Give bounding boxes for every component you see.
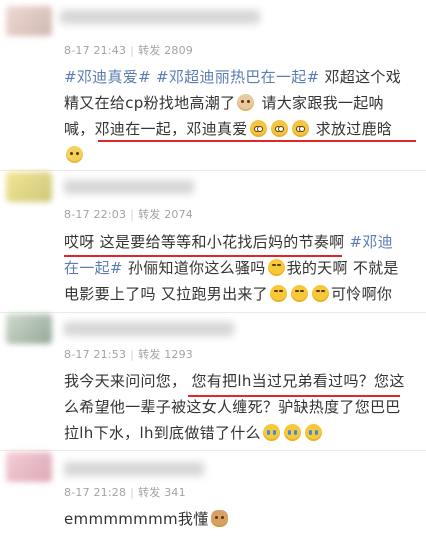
comment-line: #邓迪真爱# #邓超迪丽热巴在一起# 邓超这个戏 — [64, 64, 420, 90]
forward-count: 1293 — [164, 348, 193, 361]
avatar[interactable] — [6, 452, 52, 482]
forward-label[interactable]: 转发 — [138, 44, 160, 57]
comment-text-run: 我的天啊 不就是 — [286, 259, 399, 277]
comment-text-run: emmmmmmm我懂 — [64, 510, 209, 528]
username-blurred[interactable] — [64, 180, 194, 194]
shock-emoji-icon — [270, 120, 288, 137]
timestamp: 8-17 21:28 — [64, 486, 127, 499]
comment-text: 哎呀 这是要给等等和小花找后妈的节奏啊 #邓迪在一起# 孙俪知道你这么骚吗 我的天… — [64, 229, 420, 307]
username-blurred[interactable] — [60, 10, 260, 24]
comment-meta: 8-17 22:03 | 转发 2074 — [64, 206, 193, 222]
comment-text-run: 我今天来问问您， 您有把lh当过兄弟看过吗？您这 — [64, 372, 405, 390]
username-blurred[interactable] — [64, 322, 234, 336]
forward-count: 341 — [164, 486, 186, 499]
highlight-underline — [188, 395, 400, 397]
comment-text-run: 电影要上了吗 又拉跑男出来了 — [64, 285, 268, 303]
forward-label[interactable]: 转发 — [138, 486, 160, 499]
highlight-underline — [64, 255, 342, 257]
timestamp: 8-17 21:53 — [64, 348, 127, 361]
hashtag-link[interactable]: #邓超迪丽热巴在一起# — [151, 68, 320, 86]
comment-meta: 8-17 21:53 | 转发 1293 — [64, 346, 193, 362]
username-blurred[interactable] — [64, 462, 204, 476]
comment-line: 喊，邓迪在一起，邓迪真爱 求放过鹿晗 — [64, 116, 420, 142]
meta-separator: | — [130, 208, 135, 221]
comment-line: 哎呀 这是要给等等和小花找后妈的节奏啊 #邓迪 — [64, 229, 420, 255]
meta-separator: | — [130, 486, 135, 499]
hashtag-link[interactable]: #邓迪真爱# — [64, 68, 151, 86]
meta-separator: | — [130, 348, 135, 361]
face-emoji-icon — [237, 94, 255, 111]
timestamp: 8-17 22:03 — [64, 208, 127, 221]
comment-line: 精又在给cp粉找地高潮了 请大家跟我一起呐 — [64, 90, 420, 116]
comment-text-run: 可怜啊你 — [330, 285, 393, 303]
comment-line: 么希望他一辈子被这女人缠死？驴缺热度了您巴巴 — [64, 394, 420, 420]
comment-line: 我今天来问问您， 您有把lh当过兄弟看过吗？您这 — [64, 368, 420, 394]
cry-emoji-icon — [283, 424, 301, 441]
cry-emoji-icon — [262, 424, 280, 441]
comment-line: emmmmmmm我懂 — [64, 506, 420, 532]
comment-text: #邓迪真爱# #邓超迪丽热巴在一起# 邓超这个戏 精又在给cp粉找地高潮了 请大家… — [64, 64, 420, 168]
divider — [0, 170, 426, 171]
comment-meta: 8-17 21:28 | 转发 341 — [64, 484, 186, 500]
comment-text: 我今天来问问您， 您有把lh当过兄弟看过吗？您这 么希望他一辈子被这女人缠死？驴缺… — [64, 368, 420, 446]
forward-label[interactable]: 转发 — [138, 348, 160, 361]
forward-label[interactable]: 转发 — [138, 208, 160, 221]
comment-text-run: 喊，邓迪在一起，邓迪真爱 — [64, 120, 248, 138]
hashtag-link[interactable]: 在一起# — [64, 259, 123, 277]
divider — [0, 312, 426, 313]
comment-text-run: 请大家跟我一起呐 — [256, 94, 384, 112]
comment-line: 在一起# 孙俪知道你这么骚吗 我的天啊 不就是 — [64, 255, 420, 281]
comment-text: emmmmmmm我懂 — [64, 506, 420, 532]
avatar[interactable] — [6, 314, 52, 344]
comment-text-run: 么希望他一辈子被这女人缠死？驴缺热度了您巴巴 — [64, 398, 401, 416]
highlight-underline — [98, 140, 416, 142]
shock-emoji-icon — [249, 120, 267, 137]
avatar[interactable] — [6, 6, 52, 36]
comment-line — [64, 142, 420, 168]
comment-feed: 8-17 21:43 | 转发 2809 #邓迪真爱# #邓超迪丽热巴在一起# 邓超… — [0, 0, 426, 543]
laugh-emoji-icon — [267, 259, 285, 276]
shock-emoji-icon — [291, 120, 309, 137]
timestamp: 8-17 21:43 — [64, 44, 127, 57]
comment-text-run: 拉lh下水，lh到底做错了什么 — [64, 424, 261, 442]
laugh-emoji-icon — [311, 285, 329, 302]
comment-text-run: 孙俪知道你这么骚吗 — [122, 259, 266, 277]
meh-emoji-icon — [66, 146, 83, 163]
laugh-emoji-icon — [269, 285, 287, 302]
cry-emoji-icon — [304, 424, 322, 441]
forward-count: 2809 — [164, 44, 193, 57]
hashtag-link[interactable]: #邓迪 — [350, 233, 393, 251]
comment-text-run: 哎呀 这是要给等等和小花找后妈的节奏啊 — [64, 233, 350, 251]
divider — [0, 450, 426, 451]
cat-emoji-icon — [210, 510, 228, 527]
avatar[interactable] — [6, 172, 52, 202]
comment-text-run: 求放过鹿晗 — [310, 120, 393, 138]
laugh-emoji-icon — [290, 285, 308, 302]
comment-text-run: 邓超这个戏 — [319, 68, 402, 86]
comment-meta: 8-17 21:43 | 转发 2809 — [64, 42, 193, 58]
comment-line: 电影要上了吗 又拉跑男出来了 可怜啊你 — [64, 281, 420, 307]
comment-text-run: 精又在给cp粉找地高潮了 — [64, 94, 236, 112]
comment-line: 拉lh下水，lh到底做错了什么 — [64, 420, 420, 446]
meta-separator: | — [130, 44, 135, 57]
forward-count: 2074 — [164, 208, 193, 221]
